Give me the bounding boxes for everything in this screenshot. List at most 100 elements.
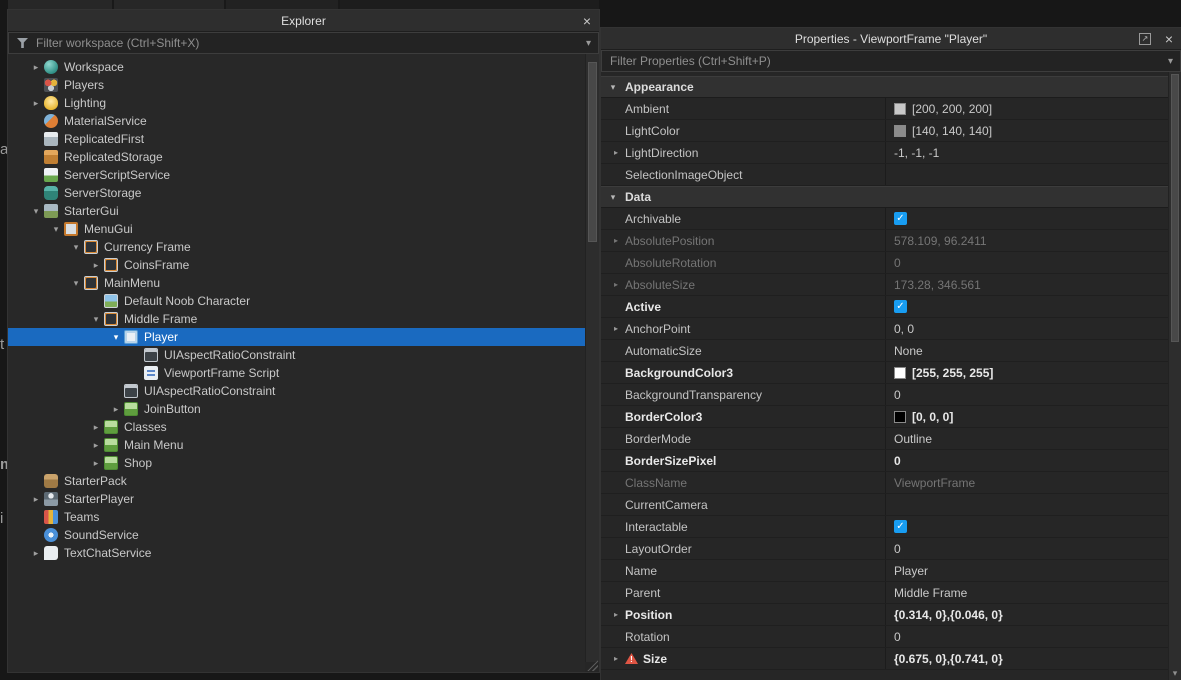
close-icon[interactable]: × [1165,28,1173,50]
property-row-absoluteposition[interactable]: ▸AbsolutePosition578.109, 96.2411 [601,230,1168,252]
property-row-bordersizepixel[interactable]: BorderSizePixel0 [601,450,1168,472]
checkbox-checked-icon[interactable]: ✓ [894,520,907,533]
scrollbar-thumb[interactable] [588,62,597,242]
color-swatch[interactable] [894,367,906,379]
chevron-right-icon[interactable]: ▸ [28,494,44,505]
color-swatch[interactable] [894,411,906,423]
section-header-data[interactable]: ▾Data [601,186,1168,208]
tree-item-lighting[interactable]: ▸Lighting [8,94,585,112]
tree-item-replicatedfirst[interactable]: ReplicatedFirst [8,130,585,148]
property-row-absolutesize[interactable]: ▸AbsoluteSize173.28, 346.561 [601,274,1168,296]
tree-item-menugui[interactable]: ▾MenuGui [8,220,585,238]
chevron-right-icon[interactable]: ▸ [607,280,625,289]
property-value-cell[interactable]: None [885,340,1168,361]
chevron-right-icon[interactable]: ▸ [28,98,44,109]
tree-item-middle-frame[interactable]: ▾Middle Frame [8,310,585,328]
chevron-down-icon[interactable]: ▾ [108,332,124,343]
chevron-right-icon[interactable]: ▸ [28,62,44,73]
property-value-cell[interactable]: Player [885,560,1168,581]
property-value-cell[interactable]: 0 [885,384,1168,405]
property-row-interactable[interactable]: Interactable✓ [601,516,1168,538]
property-row-absoluterotation[interactable]: AbsoluteRotation0 [601,252,1168,274]
property-row-lightcolor[interactable]: LightColor[140, 140, 140] [601,120,1168,142]
checkbox-checked-icon[interactable]: ✓ [894,212,907,225]
property-value-cell[interactable]: ✓ [885,516,1168,537]
property-value-cell[interactable]: ViewportFrame [885,472,1168,493]
chevron-right-icon[interactable]: ▸ [88,440,104,451]
tree-item-currency-frame[interactable]: ▾Currency Frame [8,238,585,256]
tree-item-materialservice[interactable]: MaterialService [8,112,585,130]
property-row-layoutorder[interactable]: LayoutOrder0 [601,538,1168,560]
property-row-backgroundtransparency[interactable]: BackgroundTransparency0 [601,384,1168,406]
tree-item-teams[interactable]: Teams [8,508,585,526]
tree-item-uiaspectratioconstraint[interactable]: UIAspectRatioConstraint [8,346,585,364]
checkbox-checked-icon[interactable]: ✓ [894,300,907,313]
color-swatch[interactable] [894,103,906,115]
chevron-right-icon[interactable]: ▸ [607,610,625,619]
tree-item-workspace[interactable]: ▸Workspace [8,58,585,76]
property-value-cell[interactable]: Middle Frame [885,582,1168,603]
property-row-rotation[interactable]: Rotation0 [601,626,1168,648]
explorer-header[interactable]: Explorer × [8,10,599,32]
property-value-cell[interactable]: ✓ [885,296,1168,317]
chevron-down-icon[interactable]: ▾ [586,33,591,55]
property-row-lightdirection[interactable]: ▸LightDirection-1, -1, -1 [601,142,1168,164]
tree-item-shop[interactable]: ▸Shop [8,454,585,472]
tree-item-default-noob-character[interactable]: Default Noob Character [8,292,585,310]
property-value-cell[interactable] [885,494,1168,515]
chevron-down-icon[interactable]: ▾ [88,314,104,325]
chevron-right-icon[interactable]: ▸ [607,654,625,663]
scroll-down-icon[interactable]: ▾ [1169,668,1181,679]
property-value-cell[interactable]: 0 [885,450,1168,471]
chevron-right-icon[interactable]: ▸ [88,260,104,271]
property-value-cell[interactable]: 578.109, 96.2411 [885,230,1168,251]
property-row-anchorpoint[interactable]: ▸AnchorPoint0, 0 [601,318,1168,340]
chevron-right-icon[interactable]: ▸ [607,324,625,333]
property-value-cell[interactable]: ✓ [885,208,1168,229]
color-swatch[interactable] [894,125,906,137]
property-value-cell[interactable]: {0.314, 0},{0.046, 0} [885,604,1168,625]
property-value-cell[interactable]: -1, -1, -1 [885,142,1168,163]
explorer-scrollbar[interactable] [585,54,599,662]
property-row-selectionimageobject[interactable]: SelectionImageObject [601,164,1168,186]
property-row-ambient[interactable]: Ambient[200, 200, 200] [601,98,1168,120]
tree-item-starterpack[interactable]: StarterPack [8,472,585,490]
property-value-cell[interactable]: {0.675, 0},{0.741, 0} [885,648,1168,669]
property-row-name[interactable]: NamePlayer [601,560,1168,582]
properties-filter-input[interactable]: Filter Properties (Ctrl+Shift+P) ▾ [601,50,1181,72]
popout-icon[interactable]: ↗ [1139,33,1151,45]
property-value-cell[interactable]: [0, 0, 0] [885,406,1168,427]
chevron-down-icon[interactable]: ▾ [1168,51,1173,73]
section-header-appearance[interactable]: ▾Appearance [601,76,1168,98]
property-row-currentcamera[interactable]: CurrentCamera [601,494,1168,516]
property-value-cell[interactable]: [200, 200, 200] [885,98,1168,119]
tree-item-joinbutton[interactable]: ▸JoinButton [8,400,585,418]
properties-header[interactable]: Properties - ViewportFrame "Player" ↗ × [601,28,1181,50]
chevron-down-icon[interactable]: ▾ [68,278,84,289]
property-row-archivable[interactable]: Archivable✓ [601,208,1168,230]
tree-item-classes[interactable]: ▸Classes [8,418,585,436]
tree-item-starterplayer[interactable]: ▸StarterPlayer [8,490,585,508]
property-row-bordercolor3[interactable]: BorderColor3[0, 0, 0] [601,406,1168,428]
close-icon[interactable]: × [583,10,591,32]
tree-item-main-menu[interactable]: ▸Main Menu [8,436,585,454]
tree-item-uiaspectratioconstraint[interactable]: UIAspectRatioConstraint [8,382,585,400]
property-row-bordermode[interactable]: BorderModeOutline [601,428,1168,450]
chevron-down-icon[interactable]: ▾ [28,206,44,217]
tree-item-viewportframe-script[interactable]: ViewportFrame Script [8,364,585,382]
property-row-size[interactable]: ▸!Size{0.675, 0},{0.741, 0} [601,648,1168,670]
tree-item-startergui[interactable]: ▾StarterGui [8,202,585,220]
chevron-right-icon[interactable]: ▸ [88,458,104,469]
tree-item-serverstorage[interactable]: ServerStorage [8,184,585,202]
tree-item-serverscriptservice[interactable]: ServerScriptService [8,166,585,184]
property-value-cell[interactable]: [140, 140, 140] [885,120,1168,141]
resize-grip[interactable] [586,659,598,671]
property-value-cell[interactable]: 0 [885,538,1168,559]
property-row-position[interactable]: ▸Position{0.314, 0},{0.046, 0} [601,604,1168,626]
property-value-cell[interactable]: 173.28, 346.561 [885,274,1168,295]
chevron-down-icon[interactable]: ▾ [68,242,84,253]
property-row-backgroundcolor3[interactable]: BackgroundColor3[255, 255, 255] [601,362,1168,384]
property-value-cell[interactable]: Outline [885,428,1168,449]
explorer-filter-input[interactable]: Filter workspace (Ctrl+Shift+X) ▾ [8,32,599,54]
property-row-parent[interactable]: ParentMiddle Frame [601,582,1168,604]
